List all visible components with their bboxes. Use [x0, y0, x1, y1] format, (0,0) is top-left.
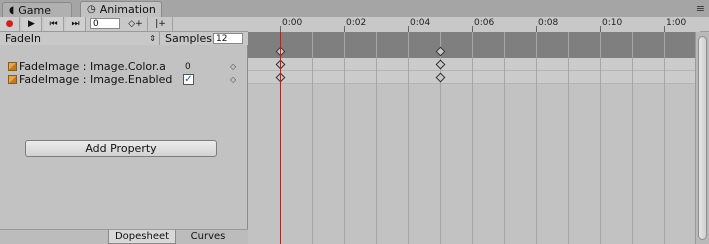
property-row[interactable]: FadeImage : Image.Color.a 0 ◇ [0, 60, 247, 73]
panel-menu-icon[interactable]: ≡ [696, 2, 705, 15]
enabled-checkbox[interactable]: ✓ [183, 74, 194, 85]
samples-label: Samples [165, 32, 212, 45]
ruler-label: 0:02 [346, 18, 367, 28]
grid-line [632, 32, 633, 244]
prev-key-button[interactable]: ⏮ [44, 17, 64, 31]
add-keyframe-button[interactable]: ◇+ [124, 17, 148, 31]
image-component-icon [8, 75, 17, 84]
next-key-icon: ⏭ [71, 19, 80, 29]
grid-line [504, 32, 505, 244]
grid-line [664, 32, 665, 244]
timeline-ruler[interactable]: 0:00 0:02 0:04 0:06 0:08 0:10 1:00 [248, 17, 700, 33]
dopesheet-area[interactable] [248, 32, 695, 244]
ruler-label: 0:04 [410, 18, 431, 28]
clip-name: FadeIn [5, 32, 42, 45]
clock-icon: ◷ [87, 4, 96, 15]
grid-line [536, 32, 537, 244]
record-icon: ● [5, 19, 14, 29]
grid-line [568, 32, 569, 244]
property-value[interactable]: 0 [185, 62, 191, 72]
add-property-button[interactable]: Add Property [25, 140, 217, 157]
play-icon: ▶ [28, 19, 35, 29]
tab-game[interactable]: ◖ Game [2, 2, 72, 17]
grid-line [408, 32, 409, 244]
tab-animation[interactable]: ◷ Animation [80, 1, 162, 17]
tab-game-label: Game [18, 3, 52, 17]
property-list: FadeImage : Image.Color.a 0 ◇ FadeImage … [0, 45, 248, 229]
ruler-label: 0:10 [602, 18, 623, 28]
ruler-label: 1:00 [666, 18, 687, 28]
tab-strip: ◖ Game ◷ Animation ≡ [0, 0, 709, 17]
add-event-icon: |+ [155, 19, 166, 29]
dopesheet-tab[interactable]: Dopesheet [108, 230, 176, 244]
property-label: FadeImage : Image.Enabled [19, 73, 173, 86]
pacman-icon: ◖ [9, 4, 15, 16]
clip-header: FadeIn ⇕ Samples 12 [0, 32, 248, 46]
ruler-label: 0:00 [282, 18, 303, 28]
mode-bar: Dopesheet Curves [0, 229, 248, 244]
grid-line [472, 32, 473, 244]
next-key-button[interactable]: ⏭ [66, 17, 86, 31]
property-label: FadeImage : Image.Color.a [19, 60, 166, 73]
prev-key-icon: ⏮ [49, 19, 58, 29]
grid-line [376, 32, 377, 244]
playhead[interactable] [280, 32, 281, 244]
image-component-icon [8, 62, 17, 71]
clip-dropdown[interactable]: FadeIn ⇕ [2, 32, 160, 45]
grid-line [344, 32, 345, 244]
tab-animation-label: Animation [99, 3, 156, 16]
ruler-label: 0:08 [538, 18, 559, 28]
add-event-button[interactable]: |+ [149, 17, 173, 31]
scrollbar-thumb[interactable] [698, 36, 707, 240]
grid-line [600, 32, 601, 244]
grid-line [312, 32, 313, 244]
vertical-scrollbar[interactable] [695, 32, 709, 244]
record-button[interactable]: ● [0, 17, 20, 31]
keyframe-diamond-icon[interactable]: ◇ [230, 75, 236, 84]
frame-input[interactable]: 0 [90, 18, 120, 29]
curves-tab[interactable]: Curves [178, 230, 238, 244]
samples-input[interactable]: 12 [213, 33, 243, 44]
dropdown-arrows-icon: ⇕ [149, 34, 156, 43]
play-button[interactable]: ▶ [22, 17, 42, 31]
ruler-label: 0:06 [474, 18, 495, 28]
keyframe-diamond-icon[interactable]: ◇ [230, 62, 236, 71]
property-row[interactable]: FadeImage : Image.Enabled ✓ ◇ [0, 73, 247, 86]
add-keyframe-icon: ◇+ [128, 19, 143, 29]
